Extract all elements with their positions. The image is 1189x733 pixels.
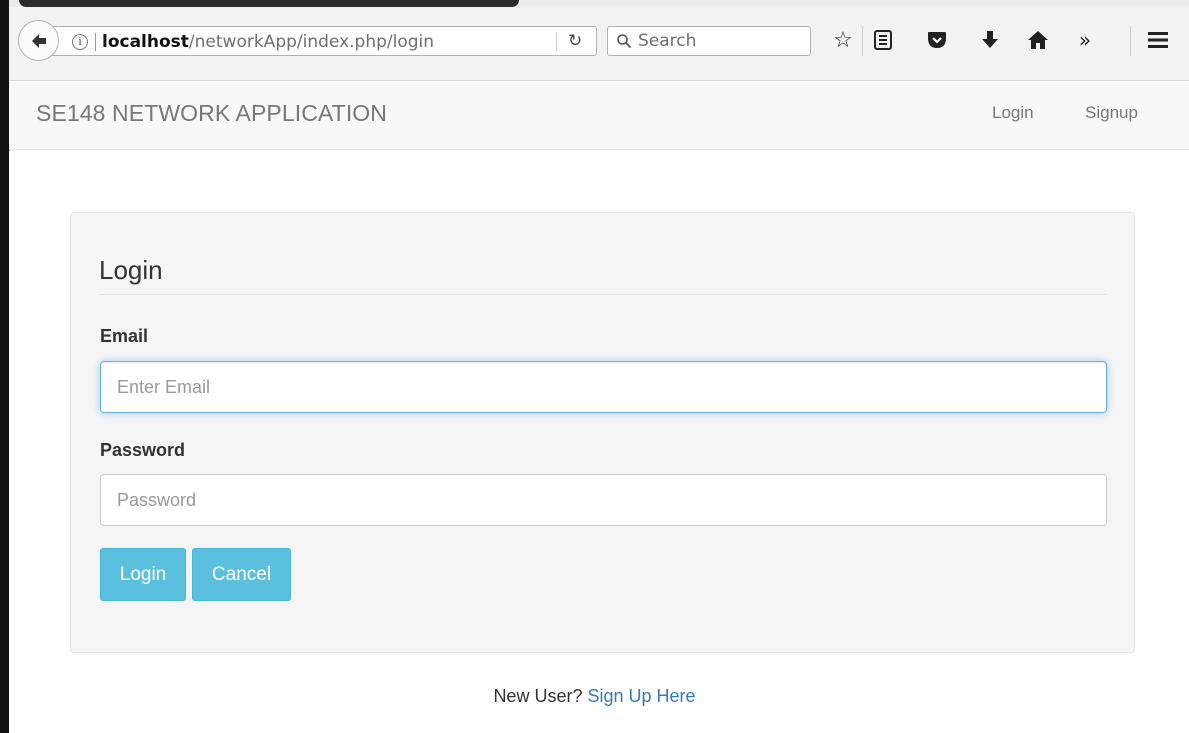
toolbar-separator	[1130, 26, 1131, 56]
brand-title[interactable]: SE148 NETWORK APPLICATION	[36, 100, 387, 127]
cancel-button[interactable]: Cancel	[192, 548, 291, 601]
menu-icon[interactable]	[1142, 22, 1174, 58]
email-field[interactable]	[100, 361, 1107, 413]
reading-list-icon[interactable]	[867, 22, 899, 58]
overflow-icon[interactable]: »	[1069, 22, 1101, 58]
url-text[interactable]: localhost/networkApp/index.php/login	[102, 32, 434, 52]
login-button[interactable]: Login	[100, 548, 186, 601]
nav-link-login[interactable]: Login	[992, 103, 1034, 123]
login-panel: Login Email Password Login Cancel	[70, 212, 1135, 653]
search-icon	[617, 34, 632, 49]
search-input[interactable]	[636, 30, 806, 52]
toolbar-separator	[862, 26, 863, 56]
url-separator	[95, 33, 96, 51]
back-icon	[31, 33, 46, 48]
pocket-icon[interactable]	[921, 22, 953, 58]
tab-strip	[9, 0, 1189, 7]
url-path: /networkApp/index.php/login	[188, 32, 435, 52]
reload-icon[interactable]: ↻	[568, 31, 582, 51]
url-bar[interactable]: i localhost/networkApp/index.php/login ↻	[50, 26, 597, 56]
url-host: localhost	[102, 32, 189, 52]
download-icon[interactable]	[974, 22, 1006, 58]
password-field[interactable]	[100, 474, 1107, 526]
active-tab[interactable]	[19, 0, 519, 7]
back-button[interactable]	[18, 20, 59, 61]
password-label: Password	[100, 440, 186, 460]
signup-prompt: New User? Sign Up Here	[0, 686, 1189, 707]
bookmark-star-icon[interactable]: ☆	[827, 22, 859, 58]
info-icon[interactable]: i	[72, 34, 88, 50]
home-icon[interactable]	[1022, 22, 1054, 58]
url-divider	[556, 33, 557, 51]
window-edge	[0, 0, 10, 733]
signup-link[interactable]: Sign Up Here	[587, 686, 695, 706]
search-bar[interactable]	[607, 26, 811, 56]
signup-prompt-text: New User?	[493, 686, 583, 706]
browser-toolbar: i localhost/networkApp/index.php/login ↻…	[9, 0, 1189, 81]
nav-link-signup[interactable]: Signup	[1085, 103, 1138, 123]
email-label: Email	[100, 326, 149, 346]
form-title: Login	[99, 255, 1107, 295]
navbar: SE148 NETWORK APPLICATION Login Signup	[9, 82, 1189, 150]
